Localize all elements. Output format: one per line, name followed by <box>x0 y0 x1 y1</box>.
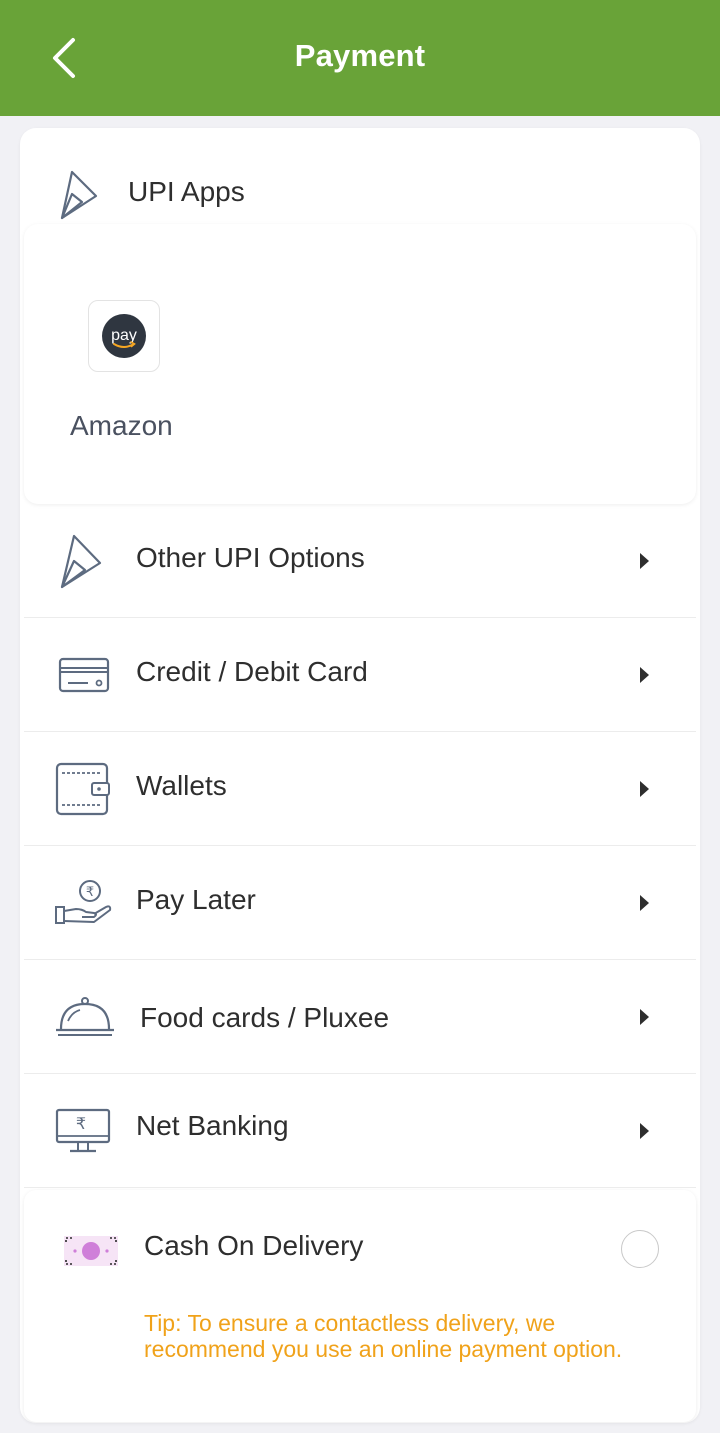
option-label: Credit / Debit Card <box>136 656 368 687</box>
amazon-pay-logo-text: pay <box>111 327 137 344</box>
option-label: Wallets <box>136 770 227 801</box>
option-net-banking[interactable]: ₹ Net Banking <box>24 1074 696 1188</box>
cash-icon <box>62 1232 120 1275</box>
svg-text:₹: ₹ <box>76 1114 86 1133</box>
page-title: Payment <box>294 38 426 73</box>
caret-right-icon <box>640 667 649 683</box>
upi-apps-label: UPI Apps <box>128 176 245 207</box>
option-label: Net Banking <box>136 1110 289 1141</box>
option-card[interactable]: Credit / Debit Card <box>24 618 696 732</box>
pay-later-icon: ₹ <box>54 846 114 960</box>
option-pay-later[interactable]: ₹ Pay Later <box>24 846 696 960</box>
cash-on-delivery-option[interactable]: Cash On Delivery Tip: To ensure a contac… <box>24 1190 696 1422</box>
cash-on-delivery-label: Cash On Delivery <box>144 1230 364 1261</box>
amazon-pay-logo: pay <box>88 300 160 372</box>
card-icon <box>58 618 110 732</box>
caret-right-icon <box>640 781 649 797</box>
cloche-icon <box>54 960 116 1074</box>
cash-on-delivery-radio[interactable] <box>621 1230 659 1268</box>
app-header: Payment <box>0 0 720 116</box>
upi-apps-list: pay Amazon <box>24 224 696 504</box>
payment-options-card: UPI Apps pay Amazon Other UPI Options Cr… <box>20 128 700 1423</box>
upi-icon <box>58 504 104 618</box>
cod-tip-text: Tip: To ensure a contactless delivery, w… <box>144 1310 623 1362</box>
wallet-icon <box>54 732 112 846</box>
upi-app-label: Amazon <box>70 410 173 441</box>
caret-right-icon <box>640 895 649 911</box>
option-label: Food cards / Pluxee <box>140 1002 390 1033</box>
upi-apps-header: UPI Apps <box>20 128 700 224</box>
option-label: Pay Later <box>136 884 256 915</box>
caret-right-icon <box>640 1123 649 1139</box>
svg-text:₹: ₹ <box>86 885 94 900</box>
caret-right-icon <box>640 553 649 569</box>
option-wallets[interactable]: Wallets <box>24 732 696 846</box>
monitor-icon: ₹ <box>54 1074 112 1188</box>
amazon-pay-icon: pay <box>102 314 146 358</box>
upi-icon <box>58 168 98 225</box>
option-other-upi[interactable]: Other UPI Options <box>24 504 696 618</box>
caret-right-icon <box>640 1009 649 1025</box>
option-label: Other UPI Options <box>136 542 365 573</box>
option-food-cards[interactable]: Food cards / Pluxee <box>24 960 696 1074</box>
